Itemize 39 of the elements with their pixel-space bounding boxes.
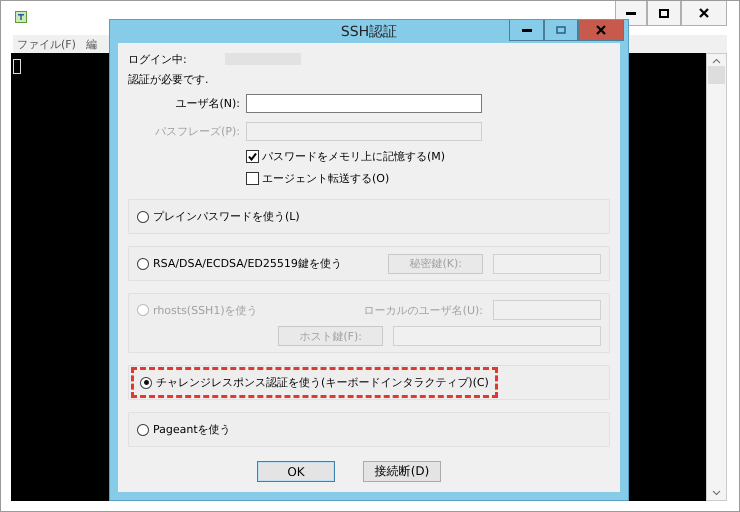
menu-item[interactable]: ファイル(F): [17, 36, 76, 52]
app-icon: [15, 11, 27, 23]
login-label: ログイン中:: [128, 52, 187, 66]
checkbox-label: エージェント転送する(O): [262, 170, 390, 186]
radio-button[interactable]: [137, 258, 149, 270]
radio-label: プレインパスワードを使う(L): [153, 209, 300, 224]
close-icon: [699, 8, 709, 18]
radio-label: チャレンジレスポンス認証を使う(キーボードインタラクティブ)(C): [156, 375, 489, 390]
ok-button[interactable]: OK: [257, 461, 335, 482]
minimize-icon: [522, 28, 532, 32]
text-field[interactable]: [246, 94, 482, 112]
radio-label: Pageantを使う: [153, 422, 231, 437]
scroll-down-icon[interactable]: [712, 490, 721, 496]
scrollbar[interactable]: [706, 53, 727, 501]
scroll-thumb[interactable]: [708, 66, 725, 84]
checkbox[interactable]: [246, 150, 259, 162]
radio-button[interactable]: [140, 376, 152, 388]
checkbox-label: パスワードをメモリ上に記憶する(M): [262, 148, 446, 164]
radio-label: RSA/DSA/ECDSA/ED25519鍵を使う: [153, 256, 342, 271]
field-label: ローカルのユーザ名(U):: [364, 302, 483, 318]
checkbox[interactable]: [246, 172, 259, 184]
dialog-title: SSH認証: [340, 22, 398, 40]
radio-label: rhosts(SSH1)を使う: [153, 302, 258, 318]
disconnect-button[interactable]: 接続断(D): [363, 461, 441, 482]
close-button[interactable]: [681, 1, 727, 26]
text-cursor: [13, 59, 21, 74]
maximize-icon: [659, 8, 669, 18]
radio-button[interactable]: [137, 424, 149, 436]
auth-message: 認証が必要です.: [128, 72, 208, 86]
maximize-icon: [556, 26, 566, 34]
minimize-icon: [626, 12, 636, 14]
minimize-button[interactable]: [509, 20, 544, 41]
close-icon: [596, 25, 606, 35]
scroll-up-icon[interactable]: [712, 58, 721, 64]
maximize-button[interactable]: [647, 1, 681, 26]
field-label: パスフレーズ(P):: [154, 124, 241, 138]
menu-item[interactable]: 編: [86, 36, 97, 52]
radio-button[interactable]: [137, 210, 149, 222]
field-label: ユーザ名(N):: [174, 96, 241, 110]
